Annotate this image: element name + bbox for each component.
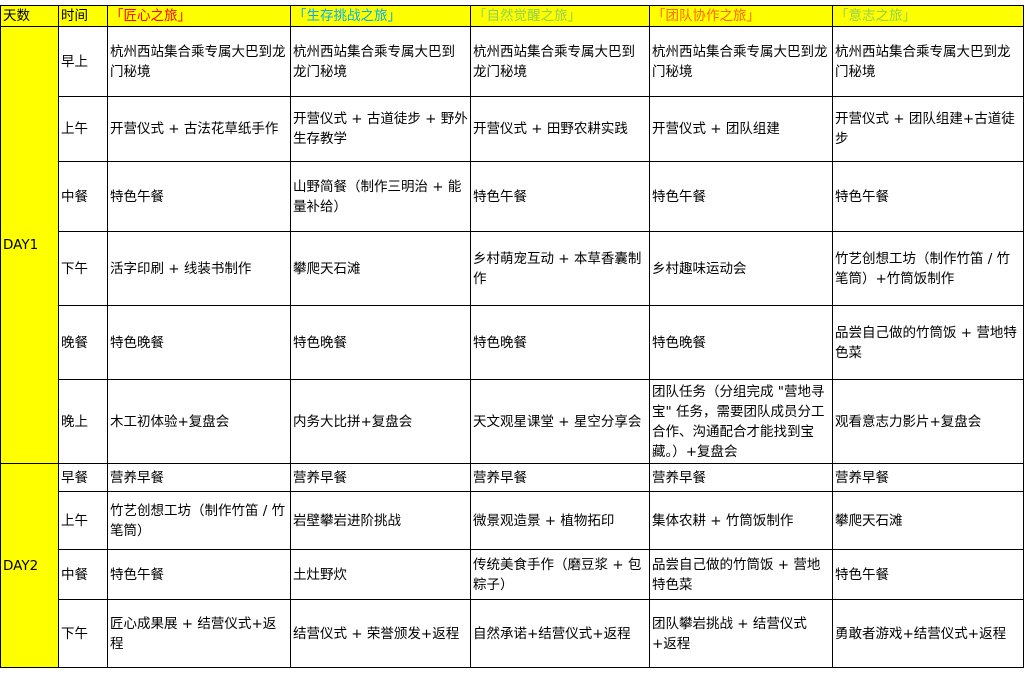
table-cell: 乡村趣味运动会 [649, 231, 833, 306]
day-label: DAY2 [0, 463, 59, 668]
table-cell: 微景观造景 + 植物拓印 [470, 491, 650, 550]
table-cell: 乡村萌宠互动 + 本草香囊制作 [470, 231, 650, 306]
table-cell: 特色午餐 [649, 161, 833, 232]
table-cell: 竹艺创想工坊（制作竹笛 / 竹笔筒）+竹筒饭制作 [832, 231, 1024, 306]
table-row: 晚餐 特色晚餐 特色晚餐 特色晚餐 特色晚餐 品尝自己做的竹筒饭 + 营地特色菜 [1, 305, 1024, 380]
table-cell: 营养早餐 [649, 463, 833, 492]
table-cell: 岩壁攀岩进阶挑战 [290, 491, 471, 550]
time-label: 上午 [58, 96, 108, 162]
table-cell: 活字印刷 + 线装书制作 [107, 231, 291, 306]
table-row: DAY1 早上 杭州西站集合乘专属大巴到龙门秘境 杭州西站集合乘专属大巴到龙门秘… [0, 26, 1024, 464]
header-route-4: 「团队协作之旅」 [649, 5, 833, 27]
table-cell: 内务大比拼+复盘会 [290, 379, 471, 464]
header-route-5: 「意志之旅」 [832, 5, 1024, 27]
table-row: 下午 匠心成果展 + 结营仪式+返程 结营仪式 + 荣誉颁发+返程 自然承诺+结… [1, 599, 1024, 668]
table-cell: 杭州西站集合乘专属大巴到龙门秘境 [107, 26, 291, 97]
table-cell: 传统美食手作（磨豆浆 + 包粽子） [470, 549, 650, 600]
table-cell: 山野简餐（制作三明治 + 能量补给） [290, 161, 471, 232]
table-cell: 品尝自己做的竹筒饭 + 营地特色菜 [832, 305, 1024, 380]
table-cell: 团队攀岩挑战 + 结营仪式+返程 [649, 599, 833, 668]
header-row: 天数 时间 「匠心之旅」 「生存挑战之旅」 「自然觉醒之旅」 「团队协作之旅」 … [0, 5, 1024, 27]
table-cell: 勇敢者游戏+结营仪式+返程 [832, 599, 1024, 668]
table-cell: 开营仪式 + 古法花草纸手作 [107, 96, 291, 162]
table-cell: 杭州西站集合乘专属大巴到龙门秘境 [649, 26, 833, 97]
table-cell: 特色午餐 [107, 549, 291, 600]
table-cell: 土灶野炊 [290, 549, 471, 600]
table-cell: 特色晚餐 [290, 305, 471, 380]
time-label: 中餐 [58, 549, 108, 600]
header-route-3: 「自然觉醒之旅」 [470, 5, 650, 27]
table-cell: 匠心成果展 + 结营仪式+返程 [107, 599, 291, 668]
header-day: 天数 [0, 5, 59, 27]
table-cell: 特色午餐 [832, 549, 1024, 600]
table-cell: 竹艺创想工坊（制作竹笛 / 竹笔筒） [107, 491, 291, 550]
table-cell: 营养早餐 [470, 463, 650, 492]
table-cell: 特色午餐 [832, 161, 1024, 232]
day-label: DAY1 [0, 26, 59, 464]
table-cell: 开营仪式 + 田野农耕实践 [470, 96, 650, 162]
table-row: 上午 开营仪式 + 古法花草纸手作 开营仪式 + 古道徒步 + 野外生存教学 开… [1, 96, 1024, 162]
table-cell: 营养早餐 [832, 463, 1024, 492]
table-row: 晚上 木工初体验+复盘会 内务大比拼+复盘会 天文观星课堂 + 星空分享会 团队… [1, 379, 1024, 464]
table-cell: 观看意志力影片+复盘会 [832, 379, 1024, 464]
time-label: 晚上 [58, 379, 108, 464]
time-label: 早上 [58, 26, 108, 97]
table-row: 下午 活字印刷 + 线装书制作 攀爬天石滩 乡村萌宠互动 + 本草香囊制作 乡村… [1, 231, 1024, 306]
header-time: 时间 [58, 5, 108, 27]
table-cell: 特色晚餐 [649, 305, 833, 380]
header-route-1: 「匠心之旅」 [107, 5, 291, 27]
table-cell: 团队任务（分组完成 "营地寻宝" 任务，需要团队成员分工合作、沟通配合才能找到宝… [649, 379, 833, 464]
table-cell: 杭州西站集合乘专属大巴到龙门秘境 [470, 26, 650, 97]
table-cell: 天文观星课堂 + 星空分享会 [470, 379, 650, 464]
table-cell: 开营仪式 + 古道徒步 + 野外生存教学 [290, 96, 471, 162]
table-row: 上午 竹艺创想工坊（制作竹笛 / 竹笔筒） 岩壁攀岩进阶挑战 微景观造景 + 植… [1, 491, 1024, 550]
time-label: 早餐 [58, 463, 108, 492]
table-cell: 杭州西站集合乘专属大巴到龙门秘境 [832, 26, 1024, 97]
table-cell: 杭州西站集合乘专属大巴到龙门秘境 [290, 26, 471, 97]
header-route-2: 「生存挑战之旅」 [290, 5, 471, 27]
table-cell: 特色午餐 [470, 161, 650, 232]
table-cell: 营养早餐 [107, 463, 291, 492]
table-row: 中餐 特色午餐 土灶野炊 传统美食手作（磨豆浆 + 包粽子） 品尝自己做的竹筒饭… [1, 549, 1024, 600]
schedule-table: 天数 时间 「匠心之旅」 「生存挑战之旅」 「自然觉醒之旅」 「团队协作之旅」 … [0, 5, 1024, 668]
table-cell: 木工初体验+复盘会 [107, 379, 291, 464]
table-cell: 开营仪式 + 团队组建 [649, 96, 833, 162]
table-cell: 开营仪式 + 团队组建+古道徒步 [832, 96, 1024, 162]
table-row: DAY2 早餐 营养早餐 营养早餐 营养早餐 营养早餐 营养早餐 [0, 463, 1024, 668]
time-label: 中餐 [58, 161, 108, 232]
table-row: 中餐 特色午餐 山野简餐（制作三明治 + 能量补给） 特色午餐 特色午餐 特色午… [1, 161, 1024, 232]
time-label: 晚餐 [58, 305, 108, 380]
table-cell: 营养早餐 [290, 463, 471, 492]
table-cell: 品尝自己做的竹筒饭 + 营地特色菜 [649, 549, 833, 600]
table-cell: 特色午餐 [107, 161, 291, 232]
table-cell: 特色晚餐 [107, 305, 291, 380]
time-label: 下午 [58, 231, 108, 306]
time-label: 上午 [58, 491, 108, 550]
table-cell: 结营仪式 + 荣誉颁发+返程 [290, 599, 471, 668]
table-cell: 攀爬天石滩 [832, 491, 1024, 550]
time-label: 下午 [58, 599, 108, 668]
table-cell: 攀爬天石滩 [290, 231, 471, 306]
table-cell: 集体农耕 + 竹筒饭制作 [649, 491, 833, 550]
table-cell: 自然承诺+结营仪式+返程 [470, 599, 650, 668]
table-cell: 特色晚餐 [470, 305, 650, 380]
